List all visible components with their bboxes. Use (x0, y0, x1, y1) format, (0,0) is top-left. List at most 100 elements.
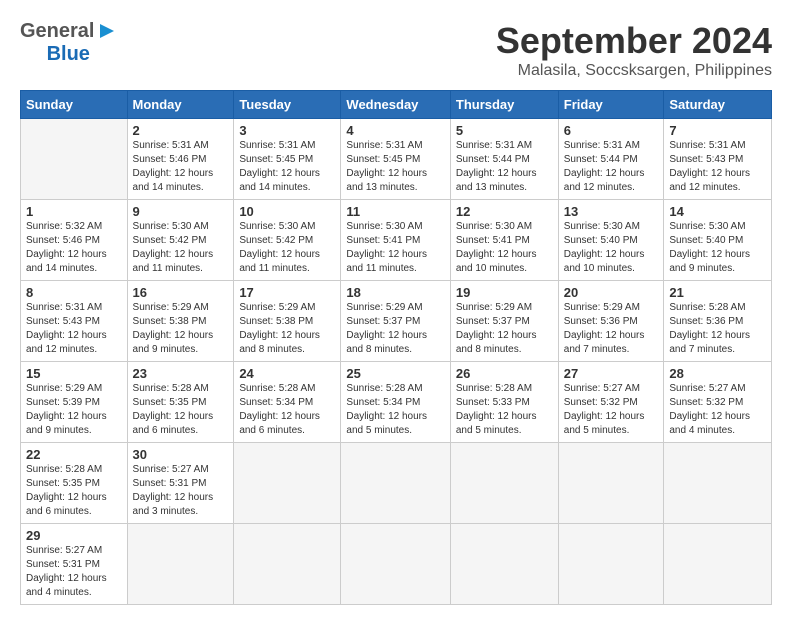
calendar-cell: 2Sunrise: 5:31 AMSunset: 5:46 PMDaylight… (127, 119, 234, 200)
calendar-cell (234, 524, 341, 605)
sunset-text: Sunset: 5:44 PM (564, 154, 638, 165)
sunrise-text: Sunrise: 5:31 AM (564, 140, 640, 151)
sunrise-text: Sunrise: 5:28 AM (669, 302, 745, 313)
sunrise-text: Sunrise: 5:30 AM (456, 221, 532, 232)
calendar-header-row: SundayMondayTuesdayWednesdayThursdayFrid… (21, 91, 772, 119)
daylight-text: Daylight: 12 hours and 8 minutes. (239, 330, 320, 355)
calendar-cell: 10Sunrise: 5:30 AMSunset: 5:42 PMDayligh… (234, 200, 341, 281)
sunrise-text: Sunrise: 5:29 AM (239, 302, 315, 313)
calendar-cell: 13Sunrise: 5:30 AMSunset: 5:40 PMDayligh… (558, 200, 664, 281)
calendar-cell: 26 Sunrise: 5:28 AM Sunset: 5:33 PM Dayligh… (450, 362, 558, 443)
daylight-text: Daylight: 12 hours and 3 minutes. (133, 492, 214, 517)
day-info: Sunrise: 5:28 AMSunset: 5:34 PMDaylight:… (346, 382, 444, 438)
sunrise-text: Sunrise: 5:32 AM (26, 221, 102, 232)
sunset-text: Sunset: 5:38 PM (239, 316, 313, 327)
calendar-cell: 24Sunrise: 5:28 AMSunset: 5:34 PMDayligh… (234, 362, 341, 443)
daylight-text: Daylight: 12 hours and 7 minutes. (564, 330, 645, 355)
calendar-cell: 3Sunrise: 5:31 AMSunset: 5:45 PMDaylight… (234, 119, 341, 200)
day-number: 27 (564, 366, 659, 381)
calendar-cell: 5Sunrise: 5:31 AMSunset: 5:44 PMDaylight… (450, 119, 558, 200)
day-number: 3 (239, 123, 335, 138)
sunset-text: Sunset: 5:33 PM (456, 397, 530, 408)
calendar-cell: 9Sunrise: 5:30 AMSunset: 5:42 PMDaylight… (127, 200, 234, 281)
calendar-cell: 17 Sunrise: 5:29 AM Sunset: 5:38 PM Dayligh… (234, 281, 341, 362)
calendar-cell: 8Sunrise: 5:31 AMSunset: 5:43 PMDaylight… (21, 281, 128, 362)
sunset-text: Sunset: 5:42 PM (239, 235, 313, 246)
calendar-cell: 18Sunrise: 5:29 AMSunset: 5:37 PMDayligh… (341, 281, 450, 362)
sunrise-text: Sunrise: 5:28 AM (456, 383, 532, 394)
sunset-text: Sunset: 5:35 PM (26, 478, 100, 489)
sunrise-text: Sunrise: 5:27 AM (669, 383, 745, 394)
day-info: Sunrise: 5:30 AMSunset: 5:40 PMDaylight:… (669, 220, 766, 276)
day-number: 15 (26, 366, 122, 381)
day-number: 4 (346, 123, 444, 138)
day-number: 1 (26, 204, 122, 219)
day-info: Sunrise: 5:28 AM Sunset: 5:35 PM Daylight:… (26, 463, 122, 519)
day-number: 12 (456, 204, 553, 219)
calendar-cell: 11Sunrise: 5:30 AMSunset: 5:41 PMDayligh… (341, 200, 450, 281)
calendar-cell: 25Sunrise: 5:28 AMSunset: 5:34 PMDayligh… (341, 362, 450, 443)
sunrise-text: Sunrise: 5:28 AM (346, 383, 422, 394)
day-number: 17 (239, 285, 335, 300)
daylight-text: Daylight: 12 hours and 5 minutes. (456, 411, 537, 436)
day-number: 11 (346, 204, 444, 219)
calendar-cell: 19Sunrise: 5:29 AMSunset: 5:37 PMDayligh… (450, 281, 558, 362)
header-friday: Friday (558, 91, 664, 119)
sunset-text: Sunset: 5:32 PM (669, 397, 743, 408)
day-info: Sunrise: 5:31 AMSunset: 5:43 PMDaylight:… (26, 301, 122, 357)
sunset-text: Sunset: 5:43 PM (26, 316, 100, 327)
calendar-table: SundayMondayTuesdayWednesdayThursdayFrid… (20, 90, 772, 605)
daylight-text: Daylight: 12 hours and 5 minutes. (564, 411, 645, 436)
sunrise-text: Sunrise: 5:31 AM (133, 140, 209, 151)
day-info: Sunrise: 5:29 AMSunset: 5:38 PMDaylight:… (133, 301, 229, 357)
day-info: Sunrise: 5:27 AMSunset: 5:31 PMDaylight:… (26, 544, 122, 600)
sunrise-text: Sunrise: 5:30 AM (346, 221, 422, 232)
day-number: 19 (456, 285, 553, 300)
day-info: Sunrise: 5:30 AMSunset: 5:40 PMDaylight:… (564, 220, 659, 276)
daylight-text: Daylight: 12 hours and 9 minutes. (133, 330, 214, 355)
day-number: 13 (564, 204, 659, 219)
day-number: 22 (26, 447, 122, 462)
header-monday: Monday (127, 91, 234, 119)
day-number: 29 (26, 528, 122, 543)
sunset-text: Sunset: 5:45 PM (346, 154, 420, 165)
sunset-text: Sunset: 5:42 PM (133, 235, 207, 246)
calendar-cell: 16Sunrise: 5:29 AMSunset: 5:38 PMDayligh… (127, 281, 234, 362)
daylight-text: Daylight: 12 hours and 10 minutes. (564, 249, 645, 274)
sunrise-text: Sunrise: 5:30 AM (564, 221, 640, 232)
day-number: 21 (669, 285, 766, 300)
sunset-text: Sunset: 5:44 PM (456, 154, 530, 165)
calendar-cell (341, 443, 450, 524)
logo-arrow-icon (96, 21, 116, 41)
day-info: Sunrise: 5:32 AMSunset: 5:46 PMDaylight:… (26, 220, 122, 276)
sunrise-text: Sunrise: 5:28 AM (26, 464, 102, 475)
daylight-text: Daylight: 12 hours and 6 minutes. (26, 492, 107, 517)
calendar-cell: 22 Sunrise: 5:28 AM Sunset: 5:35 PM Dayligh… (21, 443, 128, 524)
daylight-text: Daylight: 12 hours and 4 minutes. (26, 573, 107, 598)
calendar-cell: 29Sunrise: 5:27 AMSunset: 5:31 PMDayligh… (21, 524, 128, 605)
sunset-text: Sunset: 5:34 PM (346, 397, 420, 408)
sunset-text: Sunset: 5:37 PM (346, 316, 420, 327)
day-info: Sunrise: 5:28 AM Sunset: 5:33 PM Daylight:… (456, 382, 553, 438)
day-number: 26 (456, 366, 553, 381)
calendar-week-row: 2Sunrise: 5:31 AMSunset: 5:46 PMDaylight… (21, 119, 772, 200)
calendar-cell (127, 524, 234, 605)
daylight-text: Daylight: 12 hours and 8 minutes. (456, 330, 537, 355)
day-info: Sunrise: 5:31 AMSunset: 5:43 PMDaylight:… (669, 139, 766, 195)
daylight-text: Daylight: 12 hours and 13 minutes. (346, 168, 427, 193)
calendar-cell: 27Sunrise: 5:27 AMSunset: 5:32 PMDayligh… (558, 362, 664, 443)
day-info: Sunrise: 5:31 AMSunset: 5:46 PMDaylight:… (133, 139, 229, 195)
day-info: Sunrise: 5:29 AMSunset: 5:36 PMDaylight:… (564, 301, 659, 357)
calendar-cell (450, 524, 558, 605)
sunrise-text: Sunrise: 5:27 AM (564, 383, 640, 394)
day-number: 14 (669, 204, 766, 219)
daylight-text: Daylight: 12 hours and 11 minutes. (133, 249, 214, 274)
logo-general: General (20, 20, 94, 43)
page-header: General Blue September 2024 Malasila, So… (20, 20, 772, 80)
sunset-text: Sunset: 5:41 PM (346, 235, 420, 246)
daylight-text: Daylight: 12 hours and 6 minutes. (239, 411, 320, 436)
sunrise-text: Sunrise: 5:30 AM (133, 221, 209, 232)
month-title: September 2024 (496, 20, 772, 62)
logo-blue: Blue (47, 43, 90, 65)
daylight-text: Daylight: 12 hours and 12 minutes. (26, 330, 107, 355)
